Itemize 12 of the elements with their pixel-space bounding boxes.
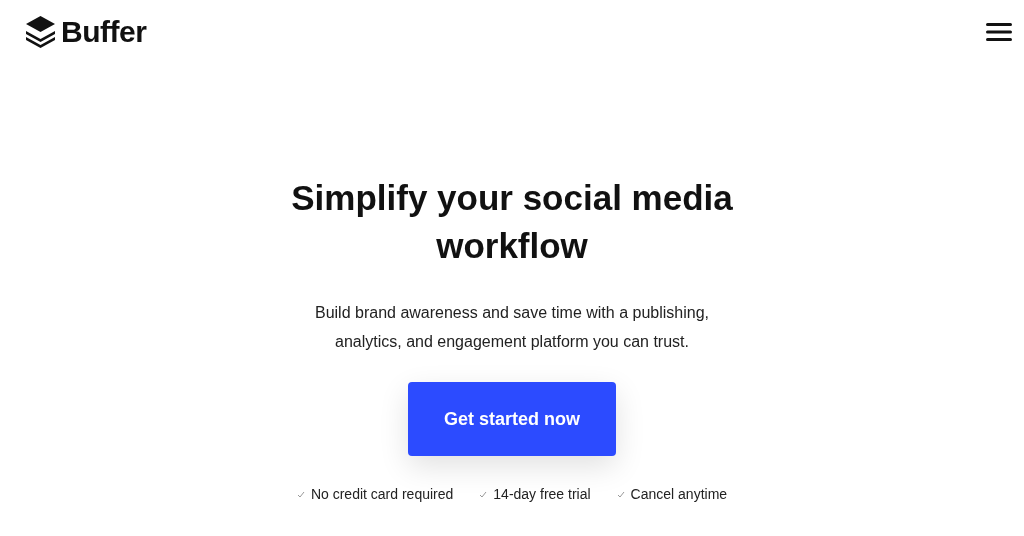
- menu-icon[interactable]: [986, 22, 1012, 42]
- layers-icon: [26, 16, 55, 48]
- feature-text: Cancel anytime: [630, 486, 728, 502]
- feature-text: 14-day free trial: [493, 486, 591, 502]
- check-icon: [296, 490, 305, 498]
- check-icon: [616, 490, 625, 498]
- get-started-button[interactable]: Get started now: [408, 382, 616, 456]
- feature-text: No credit card required: [310, 486, 454, 502]
- hero-title: Simplify your social media workflow: [290, 177, 734, 267]
- logo-text[interactable]: Buffer: [61, 15, 147, 49]
- hero-subtitle: Build brand awareness and save time with a publishing, analytics, and engagement platform you can trust.: [314, 303, 710, 352]
- check-icon: [479, 490, 488, 498]
